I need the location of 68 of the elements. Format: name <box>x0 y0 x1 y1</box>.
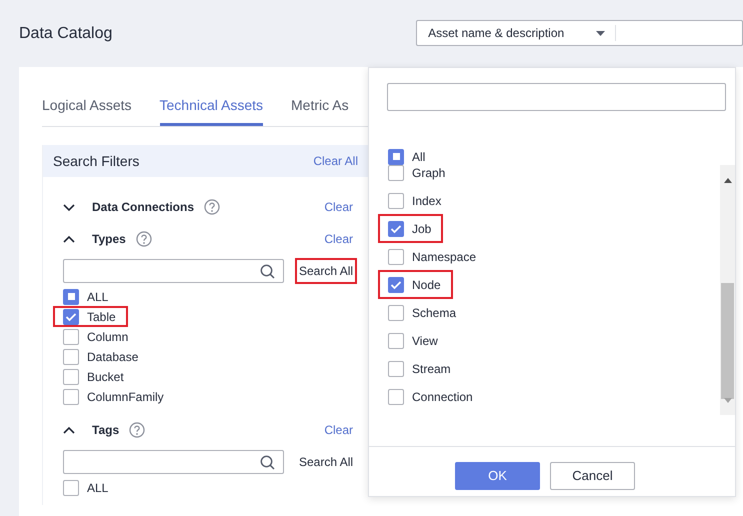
check-icon <box>390 224 402 234</box>
option-label: Namespace <box>412 248 476 266</box>
checkbox[interactable] <box>388 332 404 348</box>
search-icon <box>260 454 275 470</box>
dropdown-value: Asset name & description <box>428 25 566 42</box>
help-icon <box>129 422 146 438</box>
clear-all-link[interactable]: Clear All <box>313 152 358 170</box>
check-icon <box>390 280 402 290</box>
check-icon <box>65 312 77 322</box>
option-label: Schema <box>412 304 456 322</box>
search-all-button[interactable]: Search All <box>295 449 358 475</box>
checkbox[interactable] <box>388 165 404 180</box>
option-label: Job <box>412 220 432 238</box>
clear-link[interactable]: Clear <box>324 230 353 248</box>
option-label: Bucket <box>87 368 124 386</box>
option-label: Node <box>412 276 441 294</box>
search-field[interactable] <box>387 83 726 111</box>
option-label: Stream <box>412 360 451 378</box>
checkbox[interactable] <box>388 360 404 376</box>
clear-link[interactable]: Clear <box>324 421 353 439</box>
checkbox[interactable] <box>63 368 79 384</box>
option-label: Column <box>87 328 128 346</box>
checkbox[interactable] <box>63 388 79 404</box>
option-label: Database <box>87 348 138 366</box>
search-all-button[interactable]: Search All <box>295 258 358 284</box>
checkbox[interactable] <box>63 480 79 496</box>
tab[interactable]: Metric As <box>291 94 349 126</box>
checkbox[interactable] <box>388 248 404 264</box>
clear-link[interactable]: Clear <box>324 198 353 216</box>
tab[interactable]: Logical Assets <box>42 94 132 126</box>
checkbox[interactable] <box>388 148 404 164</box>
help-icon <box>204 199 220 215</box>
scrollbar[interactable] <box>720 165 735 415</box>
search-scope-dropdown[interactable]: Asset name & description <box>416 20 743 46</box>
chevron-down-icon[interactable] <box>63 202 75 212</box>
checkbox[interactable] <box>63 308 79 324</box>
checkbox[interactable] <box>388 304 404 320</box>
section-title: Tags <box>92 422 120 439</box>
help-icon <box>136 231 152 247</box>
checkbox[interactable] <box>388 388 404 404</box>
chevron-up-icon[interactable] <box>63 426 75 434</box>
section-title: Types <box>92 231 126 248</box>
search-field[interactable] <box>63 259 284 283</box>
search-field[interactable] <box>63 450 284 474</box>
option-label: All <box>412 148 426 166</box>
checkbox[interactable] <box>63 288 79 304</box>
caret-icon <box>596 30 606 36</box>
section-title: Data Connections <box>92 199 194 216</box>
filters-title: Search Filters <box>53 152 140 170</box>
chevron-up-icon[interactable] <box>63 234 75 244</box>
checkbox[interactable] <box>388 276 404 292</box>
checkbox[interactable] <box>63 328 79 344</box>
page-title: Data Catalog <box>19 24 114 44</box>
option-label: ALL <box>87 288 108 306</box>
option-label: Graph <box>412 165 446 182</box>
checkbox[interactable] <box>388 192 404 208</box>
option-label: Connection <box>412 388 473 406</box>
tab[interactable]: Technical Assets <box>160 94 263 126</box>
option-label: Index <box>412 192 442 210</box>
option-label: Table <box>87 308 116 326</box>
checkbox[interactable] <box>388 220 404 236</box>
option-label: View <box>412 332 438 350</box>
checkbox[interactable] <box>63 348 79 364</box>
ok-button[interactable]: OK <box>455 462 540 490</box>
search-icon <box>260 264 275 278</box>
option-label: ALL <box>87 480 108 496</box>
cancel-button[interactable]: Cancel <box>550 462 635 490</box>
option-label: ColumnFamily <box>87 388 164 406</box>
